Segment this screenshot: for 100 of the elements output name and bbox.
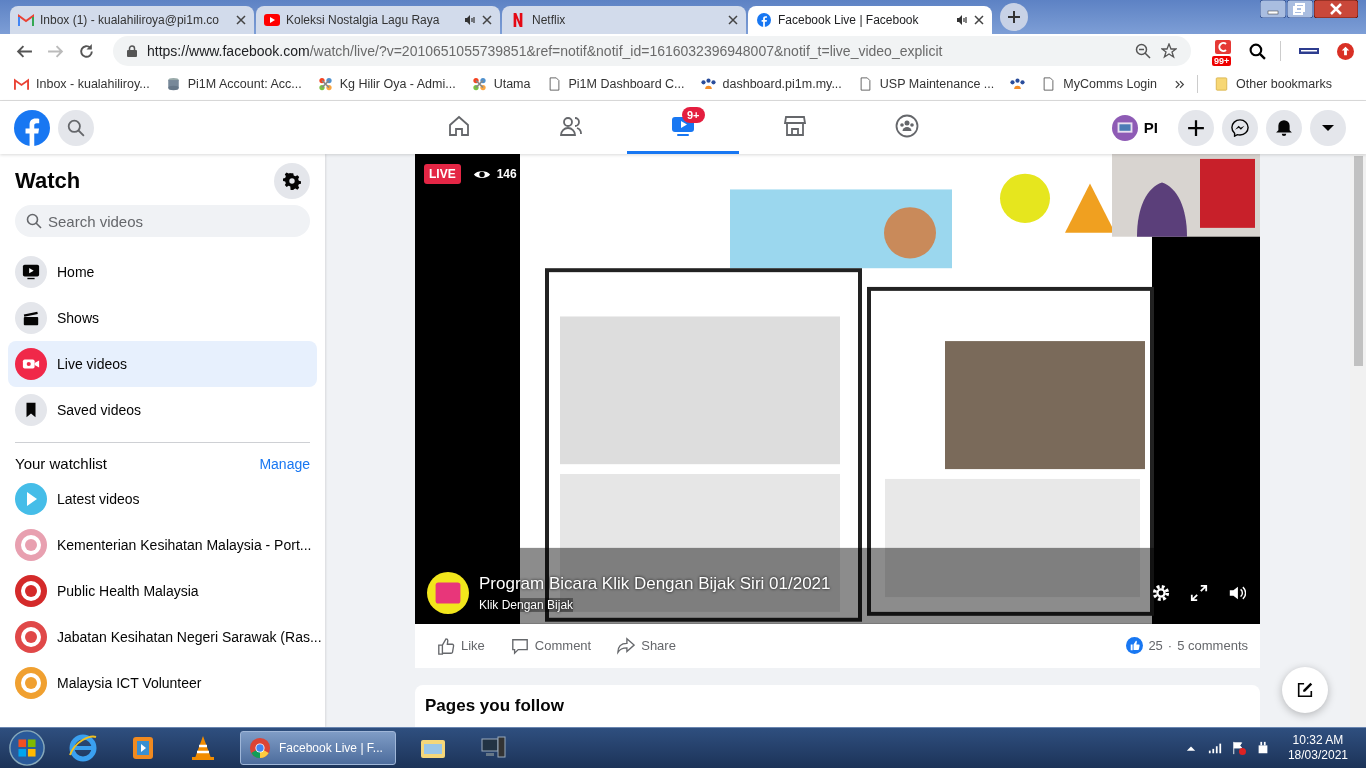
comment-icon bbox=[510, 636, 529, 655]
restore-icon[interactable] bbox=[1287, 0, 1313, 18]
people-icon bbox=[700, 77, 716, 91]
plus-icon bbox=[1187, 118, 1205, 137]
mail-icon bbox=[18, 13, 34, 27]
thumbs-up-icon bbox=[437, 636, 455, 655]
minimize-icon[interactable] bbox=[1260, 0, 1286, 18]
sidebar-item[interactable]: Shows bbox=[8, 295, 317, 341]
bookmark[interactable]: Utama bbox=[471, 77, 531, 91]
bookmark[interactable]: Pi1M Dashboard C... bbox=[546, 77, 685, 91]
eye-icon bbox=[472, 168, 491, 180]
clock-date[interactable]: 18/03/2021 bbox=[1287, 748, 1348, 763]
settings-icon[interactable] bbox=[1152, 583, 1170, 602]
clock-time[interactable]: 10:32 AM bbox=[1292, 733, 1344, 748]
search-icon bbox=[26, 213, 42, 229]
bookmark[interactable]: USP Maintenance ... bbox=[857, 77, 995, 91]
update-icon[interactable] bbox=[1337, 42, 1354, 60]
scrollbar[interactable] bbox=[1350, 154, 1366, 727]
profile-button[interactable]: PI bbox=[1111, 114, 1158, 141]
close-icon[interactable] bbox=[1314, 0, 1358, 18]
section-heading: Pages you follow bbox=[425, 696, 564, 715]
reload-icon[interactable] bbox=[78, 42, 95, 60]
channel-avatar-icon[interactable] bbox=[427, 571, 469, 614]
share-icon bbox=[617, 636, 636, 655]
taskbar-window[interactable]: Facebook Live | F... bbox=[240, 731, 396, 765]
bookmark[interactable]: Pi1M Account: Acc... bbox=[165, 77, 302, 91]
action-button[interactable]: Comment bbox=[510, 636, 592, 655]
browser-tab[interactable]: Koleksi Nostalgia Lagu Raya bbox=[256, 6, 500, 34]
action-button[interactable]: Share bbox=[617, 636, 676, 655]
browser-tab[interactable]: Facebook Live | Facebook bbox=[748, 6, 992, 34]
logo-icon bbox=[756, 13, 772, 27]
fullscreen-icon[interactable] bbox=[1190, 583, 1208, 602]
group-icon bbox=[895, 114, 919, 138]
folder-icon bbox=[1214, 77, 1229, 91]
tab-title: Netflix bbox=[532, 13, 567, 27]
shop-icon bbox=[783, 114, 807, 138]
notification-badge: 9+ bbox=[682, 107, 705, 123]
create-button[interactable] bbox=[1178, 109, 1214, 146]
sidebar-item[interactable]: Home bbox=[8, 249, 317, 295]
edit-icon bbox=[1296, 681, 1314, 699]
tab-title: Inbox (1) - kualahiliroya@pi1m.co bbox=[40, 13, 220, 27]
bookmark[interactable]: MyComms Login bbox=[1041, 77, 1157, 91]
separator-dot: · bbox=[1167, 638, 1173, 654]
reaction-count[interactable]: 25 bbox=[1148, 638, 1163, 654]
watchlist-item[interactable]: Kementerian Kesihatan Malaysia - Port... bbox=[8, 522, 317, 568]
sidebar-item[interactable]: Live videos bbox=[8, 341, 317, 387]
flag-icon[interactable] bbox=[1231, 741, 1246, 755]
browser-tab[interactable]: Netflix bbox=[502, 6, 746, 34]
bell-icon bbox=[1275, 118, 1293, 137]
new-tab-icon[interactable] bbox=[1000, 3, 1028, 31]
close-icon[interactable] bbox=[482, 15, 492, 25]
account-menu-button[interactable] bbox=[1310, 109, 1346, 146]
chat-bubble-icon bbox=[1231, 118, 1249, 137]
settings-icon bbox=[283, 172, 301, 190]
search-button[interactable] bbox=[58, 109, 94, 146]
action-button[interactable]: Like bbox=[437, 636, 485, 655]
bookmark[interactable] bbox=[1010, 77, 1026, 91]
home-icon bbox=[447, 114, 471, 138]
sidebar-item[interactable]: Saved videos bbox=[8, 387, 317, 433]
watchlist-item[interactable]: Malaysia ICT Volunteer bbox=[8, 660, 317, 706]
bookmark[interactable]: Inbox - kualahiliroy... bbox=[14, 77, 150, 91]
address-bar[interactable]: https://www.facebook.com/watch/live/?v=2010651055739851&ref=notif&notif_id=1616032396948007&notif_t=live_video_explicit bbox=[113, 36, 1191, 66]
signal-icon[interactable] bbox=[1207, 741, 1222, 755]
extension-icon[interactable] bbox=[1299, 46, 1319, 56]
watchlist-item[interactable]: Latest videos bbox=[8, 476, 317, 522]
bookmark[interactable]: dashboard.pi1m.my... bbox=[700, 77, 842, 91]
start-button[interactable] bbox=[8, 729, 46, 767]
compose-button[interactable] bbox=[1282, 667, 1328, 713]
comments-link[interactable]: 5 comments bbox=[1177, 638, 1248, 654]
people-icon bbox=[1010, 77, 1026, 91]
watchlist-item[interactable]: Public Health Malaysia bbox=[8, 568, 317, 614]
manage-link[interactable]: Manage bbox=[259, 455, 310, 472]
close-icon[interactable] bbox=[728, 15, 738, 25]
browser-icon[interactable] bbox=[68, 733, 98, 763]
logo-icon[interactable] bbox=[14, 109, 50, 146]
page-title: Watch bbox=[15, 168, 81, 194]
bookmark[interactable]: Kg Hilir Oya - Admi... bbox=[317, 77, 456, 91]
search-icon bbox=[67, 118, 85, 137]
notifications-button[interactable] bbox=[1266, 109, 1302, 146]
page-icon bbox=[546, 77, 562, 91]
section-heading: Your watchlist bbox=[15, 455, 107, 472]
search-icon[interactable] bbox=[1249, 42, 1266, 60]
like-reaction-icon bbox=[1126, 637, 1144, 655]
close-icon[interactable] bbox=[974, 15, 984, 25]
settings-button[interactable] bbox=[274, 163, 310, 199]
more-icon[interactable] bbox=[1175, 79, 1185, 89]
database-icon bbox=[165, 77, 181, 91]
close-icon[interactable] bbox=[236, 15, 246, 25]
page-icon bbox=[857, 77, 873, 91]
zoom-out-icon[interactable] bbox=[1135, 43, 1151, 59]
bookmark[interactable]: Other bookmarks bbox=[1214, 77, 1332, 91]
star-icon[interactable] bbox=[1161, 43, 1177, 59]
browser-tab[interactable]: Inbox (1) - kualahiliroya@pi1m.co bbox=[10, 6, 254, 34]
video-title: Program Bicara Klik Dengan Bijak Siri 01/2021 bbox=[479, 573, 831, 594]
tab-title: Koleksi Nostalgia Lagu Raya bbox=[286, 13, 441, 27]
lock-icon bbox=[127, 45, 137, 57]
pinwheel-icon bbox=[317, 77, 333, 91]
messenger-button[interactable] bbox=[1222, 109, 1258, 146]
people-icon bbox=[559, 114, 583, 138]
search-field[interactable]: Search videos bbox=[15, 205, 310, 237]
